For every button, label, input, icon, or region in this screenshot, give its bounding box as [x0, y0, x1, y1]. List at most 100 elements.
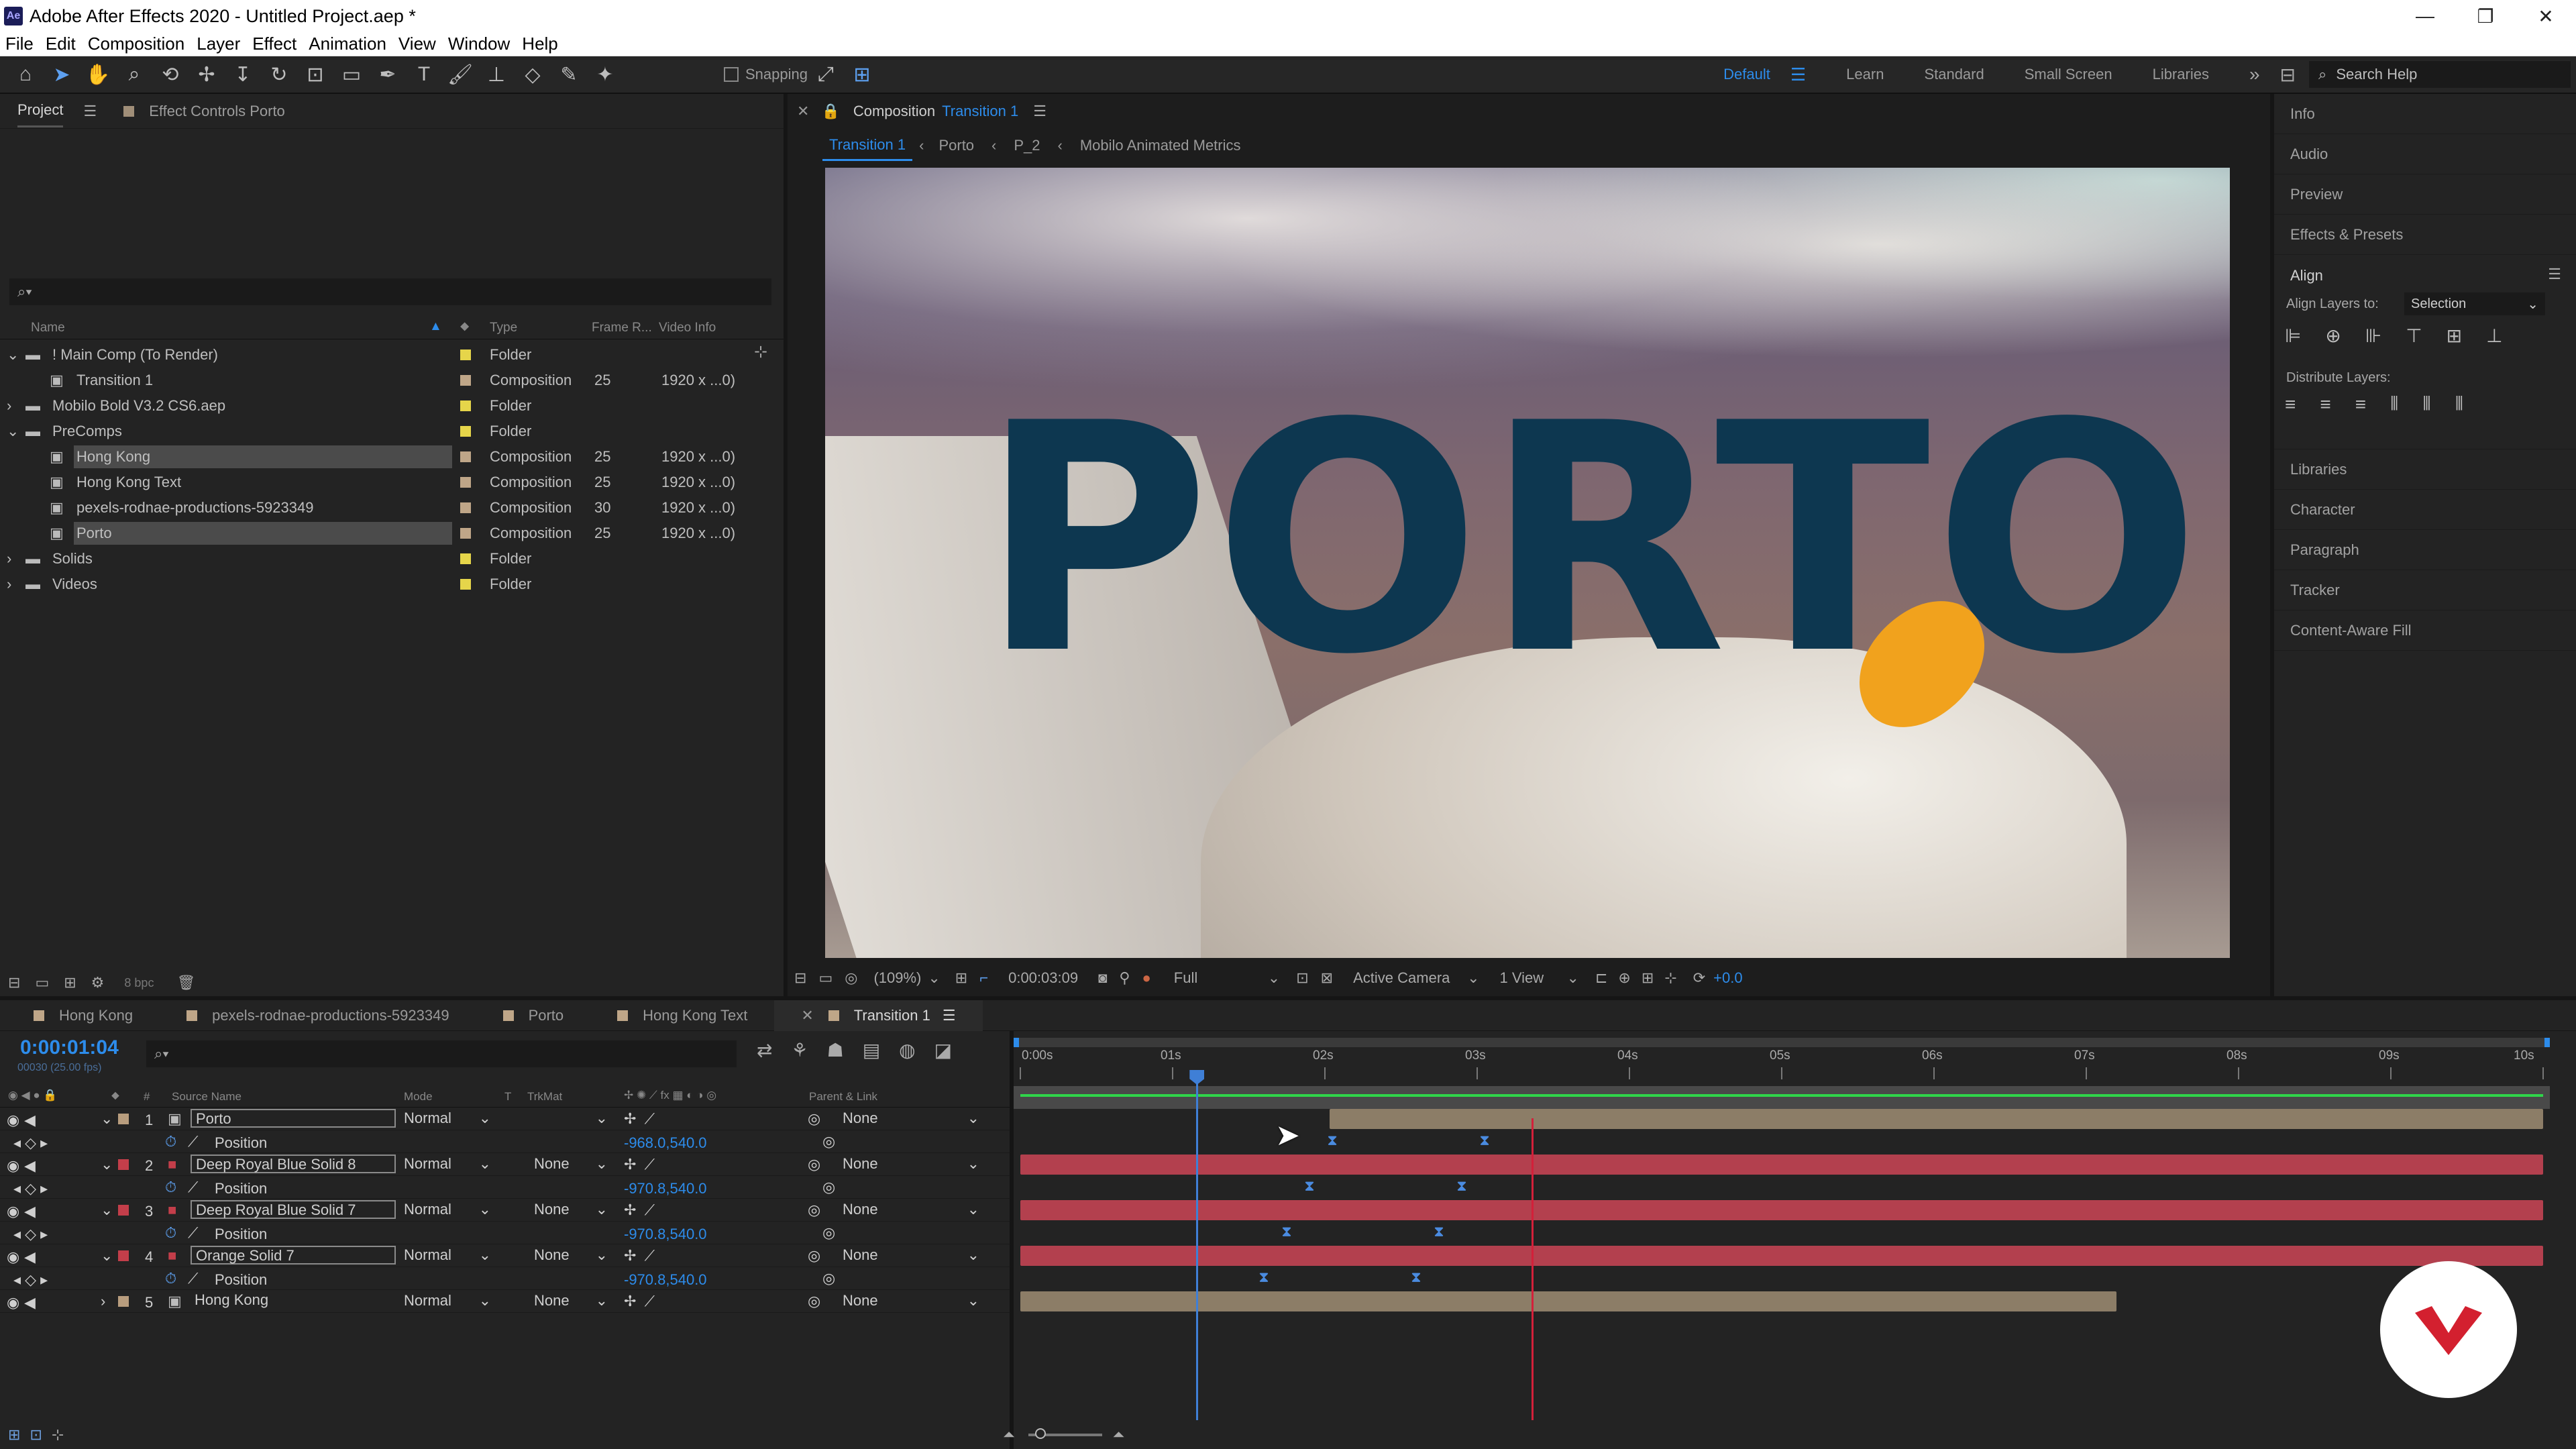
menu-animation[interactable]: Animation	[309, 34, 386, 54]
distribute-horizontal-center-icon[interactable]: ⦀	[2422, 393, 2430, 415]
magnification-select[interactable]: (109%)	[873, 969, 921, 987]
blend-mode-select[interactable]: Normal ⌄	[404, 1109, 491, 1128]
current-time-display[interactable]: 0:00:01:04	[20, 1036, 119, 1059]
track-matte-select[interactable]: None ⌄	[534, 1291, 608, 1310]
pick-whip-icon[interactable]: ◎	[808, 1156, 820, 1173]
puppet-pin-icon[interactable]: ✦	[590, 60, 620, 89]
position-value[interactable]: -970.8,540.0	[624, 1271, 707, 1289]
zoom-out-icon[interactable]: ⏶	[1003, 1426, 1015, 1444]
pick-whip-icon[interactable]: ◎	[808, 1247, 820, 1265]
timeline-tab[interactable]: pexels-rodnae-productions-5923349	[160, 1000, 476, 1031]
column-mode[interactable]: Mode	[404, 1090, 433, 1104]
graph-editor-icon[interactable]: ◪	[934, 1039, 952, 1061]
clone-stamp-icon[interactable]: ⊥	[482, 60, 511, 89]
stopwatch-icon[interactable]: ⏱	[165, 1270, 176, 1287]
restore-button[interactable]: ❐	[2455, 0, 2516, 32]
camera-select[interactable]: Active Camera	[1353, 969, 1467, 987]
type-tool-icon[interactable]: T	[409, 60, 439, 89]
project-composition-item[interactable]: ▣ Transition 1 Composition 25 1920 x ...0)	[0, 368, 778, 393]
transparency-grid-icon[interactable]: ⊠	[1321, 969, 1333, 987]
align-horizontal-center-icon[interactable]: ⊕	[2325, 325, 2341, 347]
porto-title-text[interactable]: PORTO	[979, 382, 2204, 698]
brush-tool-icon[interactable]: 🖌	[445, 60, 475, 89]
vr-icon[interactable]: ◎	[845, 969, 857, 987]
keyframe-icon[interactable]: ⧗	[1434, 1224, 1444, 1239]
home-icon[interactable]: ⌂	[11, 60, 40, 89]
breadcrumb-item-porto[interactable]: Porto	[938, 137, 974, 154]
preview-panel[interactable]: Preview	[2274, 174, 2576, 215]
column-t[interactable]: T	[504, 1090, 511, 1104]
expression-pick-whip-icon[interactable]: ◎	[822, 1270, 835, 1287]
eraser-tool-icon[interactable]: ◇	[518, 60, 547, 89]
monitor-icon[interactable]: ▭	[818, 969, 833, 987]
playhead-handle-icon[interactable]	[1189, 1070, 1205, 1085]
project-composition-item[interactable]: ▣ Hong Kong Composition 25 1920 x ...0)	[0, 444, 778, 470]
menu-window[interactable]: Window	[448, 34, 510, 54]
workspace-menu-icon[interactable]: ☰	[1790, 64, 1806, 85]
menu-edit[interactable]: Edit	[46, 34, 76, 54]
layer-name[interactable]: Deep Royal Blue Solid 7	[191, 1200, 396, 1219]
graph-toggle-icon[interactable]: ⟋	[188, 1179, 198, 1196]
resolution-select[interactable]: Full	[1174, 969, 1268, 987]
keyframe-icon[interactable]: ⧗	[1304, 1179, 1315, 1193]
blend-mode-select[interactable]: Normal ⌄	[404, 1291, 491, 1310]
align-menu-icon[interactable]: ☰	[2548, 266, 2561, 283]
breadcrumb-item-mobilo[interactable]: Mobilo Animated Metrics	[1080, 137, 1241, 154]
fast-previews-icon[interactable]: ⊕	[1618, 969, 1630, 987]
zoom-slider-handle[interactable]	[1034, 1428, 1046, 1439]
shy-layers-icon[interactable]: ☗	[827, 1039, 844, 1061]
frame-blending-icon[interactable]: ▤	[863, 1039, 880, 1061]
distribute-vertical-center-icon[interactable]: ≡	[2320, 394, 2330, 415]
snap-features-icon[interactable]: ⊞	[847, 60, 877, 89]
layer-label-swatch[interactable]	[118, 1159, 129, 1170]
keyframe-icon[interactable]: ⧗	[1258, 1270, 1269, 1285]
chevron-right-icon[interactable]: ›	[101, 1293, 105, 1310]
trash-icon[interactable]: 🗑	[176, 974, 195, 991]
column-name[interactable]: Name	[31, 321, 65, 335]
effects-presets-panel[interactable]: Effects & Presets	[2274, 215, 2576, 255]
layer-duration-bar[interactable]	[1329, 1109, 2543, 1129]
video-visibility-icon[interactable]: ◉	[7, 1294, 19, 1311]
blend-mode-select[interactable]: Normal ⌄	[404, 1155, 491, 1173]
viewer-timecode[interactable]: 0:00:03:09	[1008, 969, 1078, 987]
workspace-small-screen[interactable]: Small Screen	[2025, 66, 2112, 83]
new-folder-icon[interactable]: ▭	[35, 974, 49, 991]
pen-tool-icon[interactable]: ✒	[373, 60, 402, 89]
stopwatch-icon[interactable]: ⏱	[165, 1224, 176, 1242]
parent-select[interactable]: None ⌄	[843, 1246, 979, 1265]
label-column-icon[interactable]: ⬥	[460, 319, 469, 334]
column-type[interactable]: Type	[490, 321, 517, 335]
keyframe-icon[interactable]: ⧗	[1479, 1133, 1490, 1148]
position-value[interactable]: -970.8,540.0	[624, 1180, 707, 1197]
column-source-name[interactable]: Source Name	[172, 1090, 241, 1104]
layer-label-swatch[interactable]	[118, 1296, 129, 1307]
timeline-graph-area[interactable]: 0:00s 01s 02s 03s 04s 05s 06s 07s 08s 09s 10s ⧗ ⧗ ⧗ ⧗…	[1014, 1031, 2576, 1420]
orbit-camera-icon[interactable]: ⟲	[156, 60, 185, 89]
blend-mode-select[interactable]: Normal ⌄	[404, 1246, 491, 1265]
chevron-down-icon[interactable]: ⌄	[101, 1247, 113, 1265]
keyframe-icon[interactable]: ⧗	[1327, 1133, 1338, 1148]
menu-help[interactable]: Help	[522, 34, 557, 54]
keyframe-navigator-icon[interactable]: ◂ ◇ ▸	[13, 1226, 48, 1243]
distribute-left-icon[interactable]: ⦀	[2390, 393, 2398, 415]
expression-pick-whip-icon[interactable]: ◎	[822, 1133, 835, 1150]
zoom-slider[interactable]	[1028, 1428, 1102, 1439]
graph-toggle-icon[interactable]: ⟋	[188, 1270, 198, 1287]
chevron-right-icon[interactable]: ›	[7, 576, 20, 593]
chevron-down-icon[interactable]: ⌄	[7, 346, 20, 364]
video-visibility-icon[interactable]: ◉	[7, 1157, 19, 1175]
switches-icons[interactable]: ✢ ✺ ⟋ fx ▦ ◐ ◑ ◎	[624, 1089, 716, 1102]
timeline-tab[interactable]: Porto	[476, 1000, 591, 1031]
layer-switches[interactable]: ✢ ⟋	[624, 1110, 655, 1128]
layer-label-swatch[interactable]	[118, 1114, 129, 1124]
rectangle-tool-icon[interactable]: ▭	[337, 60, 366, 89]
chevron-down-icon[interactable]: ⌄	[101, 1156, 113, 1173]
graph-toggle-icon[interactable]: ⟋	[188, 1133, 198, 1150]
tab-effect-controls[interactable]: Effect Controls Porto	[149, 103, 285, 120]
content-aware-fill-panel[interactable]: Content-Aware Fill	[2274, 610, 2576, 651]
parent-select[interactable]: None ⌄	[843, 1200, 979, 1219]
chevron-down-icon[interactable]: ⌄	[101, 1110, 113, 1128]
project-folder-item[interactable]: › ▬ Solids Folder	[0, 546, 778, 572]
info-panel[interactable]: Info	[2274, 94, 2576, 134]
timeline-tab[interactable]: ✕ Transition 1 ☰	[774, 1000, 983, 1031]
